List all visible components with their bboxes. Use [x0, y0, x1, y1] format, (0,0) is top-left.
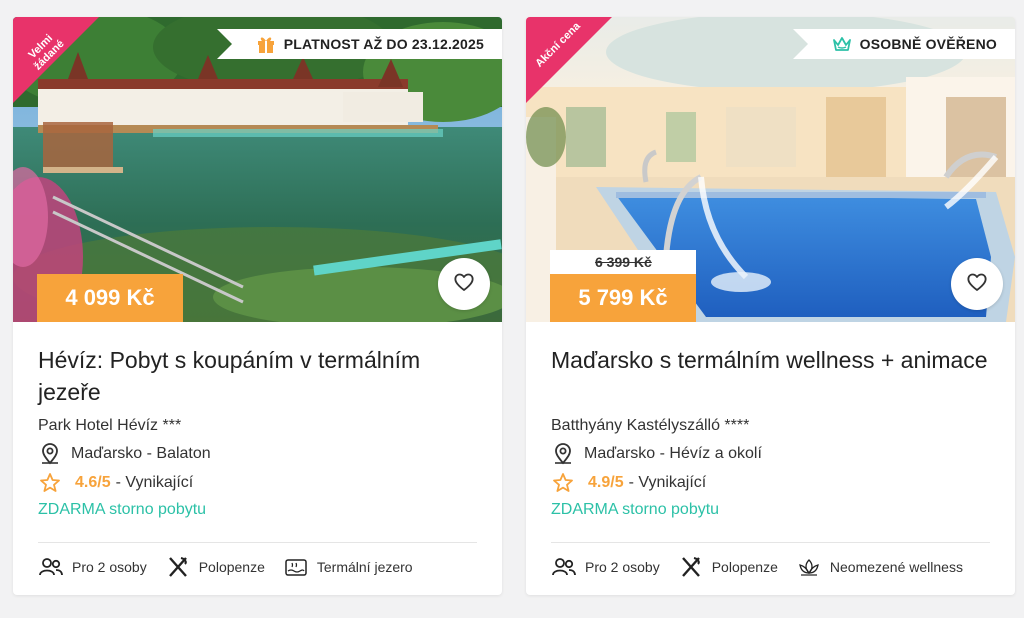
banner-text: PLATNOST AŽ DO 23.12.2025 [283, 36, 484, 52]
ribbon-badge: Velmi žádané [13, 17, 113, 117]
feature-item: Termální jezero [283, 555, 413, 579]
free-cancellation: ZDARMA storno pobytu [551, 501, 720, 518]
lotus-icon [796, 555, 822, 579]
feature-label: Pro 2 osoby [72, 559, 147, 575]
location-row: Maďarsko - Hévíz a okolí [551, 442, 990, 466]
rating-row: 4.6/5 - Vynikající [38, 473, 477, 493]
price: 5 799 Kč [550, 274, 696, 322]
hotel-name: Batthyány Kastélyszálló **** [551, 417, 750, 434]
offer-title[interactable]: Hévíz: Pobyt s koupáním v termálním jeze… [38, 344, 477, 408]
offer-card[interactable]: Akční cena OSOBNĚ OVĚŘENO 6 399 Kč 5 799… [526, 17, 1015, 595]
price: 4 099 Kč [37, 274, 183, 322]
favorite-button[interactable] [438, 258, 490, 310]
divider [551, 542, 990, 543]
crown-icon [832, 34, 852, 54]
feature-list: Pro 2 osoby Polopenze Termální jezero [38, 555, 492, 579]
map-pin-icon [38, 442, 62, 466]
feature-item: Neomezené wellness [796, 555, 963, 579]
star-icon [38, 471, 62, 495]
feature-label: Polopenze [711, 559, 778, 575]
ribbon-badge: Akční cena [526, 17, 626, 117]
location-row: Maďarsko - Balaton [38, 442, 477, 466]
offer-card[interactable]: Velmi žádané PLATNOST AŽ DO 23.12.2025 4… [13, 17, 502, 595]
offer-photo[interactable]: Akční cena OSOBNĚ OVĚŘENO 6 399 Kč 5 799… [526, 17, 1015, 322]
location: Maďarsko - Balaton [71, 445, 211, 462]
feature-label: Termální jezero [316, 559, 413, 575]
rating-label: - Vynikající [115, 474, 194, 491]
feature-label: Pro 2 osoby [585, 559, 660, 575]
hotel-name: Park Hotel Hévíz *** [38, 417, 182, 434]
feature-item: Polopenze [678, 555, 778, 579]
gift-icon [256, 34, 276, 54]
feature-label: Polopenze [198, 559, 265, 575]
cutlery-icon [165, 555, 191, 579]
rating-score: 4.6/5 [75, 474, 111, 491]
price-box: 6 399 Kč 5 799 Kč [550, 250, 696, 322]
rating-row: 4.9/5 - Vynikající [551, 473, 990, 493]
feature-item: Pro 2 osoby [38, 555, 147, 579]
price-box: 4 099 Kč [37, 274, 183, 322]
people-icon [38, 555, 64, 579]
cutlery-icon [678, 555, 704, 579]
feature-list: Pro 2 osoby Polopenze Neomezené wellness [551, 555, 1005, 579]
map-pin-icon [551, 442, 575, 466]
rating-label: - Vynikající [628, 474, 707, 491]
thermal-lake-icon [283, 555, 309, 579]
heart-icon [965, 270, 989, 299]
offer-photo[interactable]: Velmi žádané PLATNOST AŽ DO 23.12.2025 4… [13, 17, 502, 322]
free-cancellation: ZDARMA storno pobytu [38, 501, 207, 518]
favorite-button[interactable] [951, 258, 1003, 310]
rating-score: 4.9/5 [588, 474, 624, 491]
validity-banner: PLATNOST AŽ DO 23.12.2025 [216, 29, 502, 59]
verified-banner: OSOBNĚ OVĚŘENO [792, 29, 1015, 59]
divider [38, 542, 477, 543]
offer-title[interactable]: Maďarsko s termálním wellness + animace [551, 344, 990, 408]
location: Maďarsko - Hévíz a okolí [584, 445, 762, 462]
star-icon [551, 471, 575, 495]
banner-text: OSOBNĚ OVĚŘENO [859, 36, 997, 52]
feature-item: Pro 2 osoby [551, 555, 660, 579]
feature-label: Neomezené wellness [829, 559, 963, 575]
heart-icon [452, 270, 476, 299]
feature-item: Polopenze [165, 555, 265, 579]
people-icon [551, 555, 577, 579]
price-old: 6 399 Kč [550, 250, 696, 274]
